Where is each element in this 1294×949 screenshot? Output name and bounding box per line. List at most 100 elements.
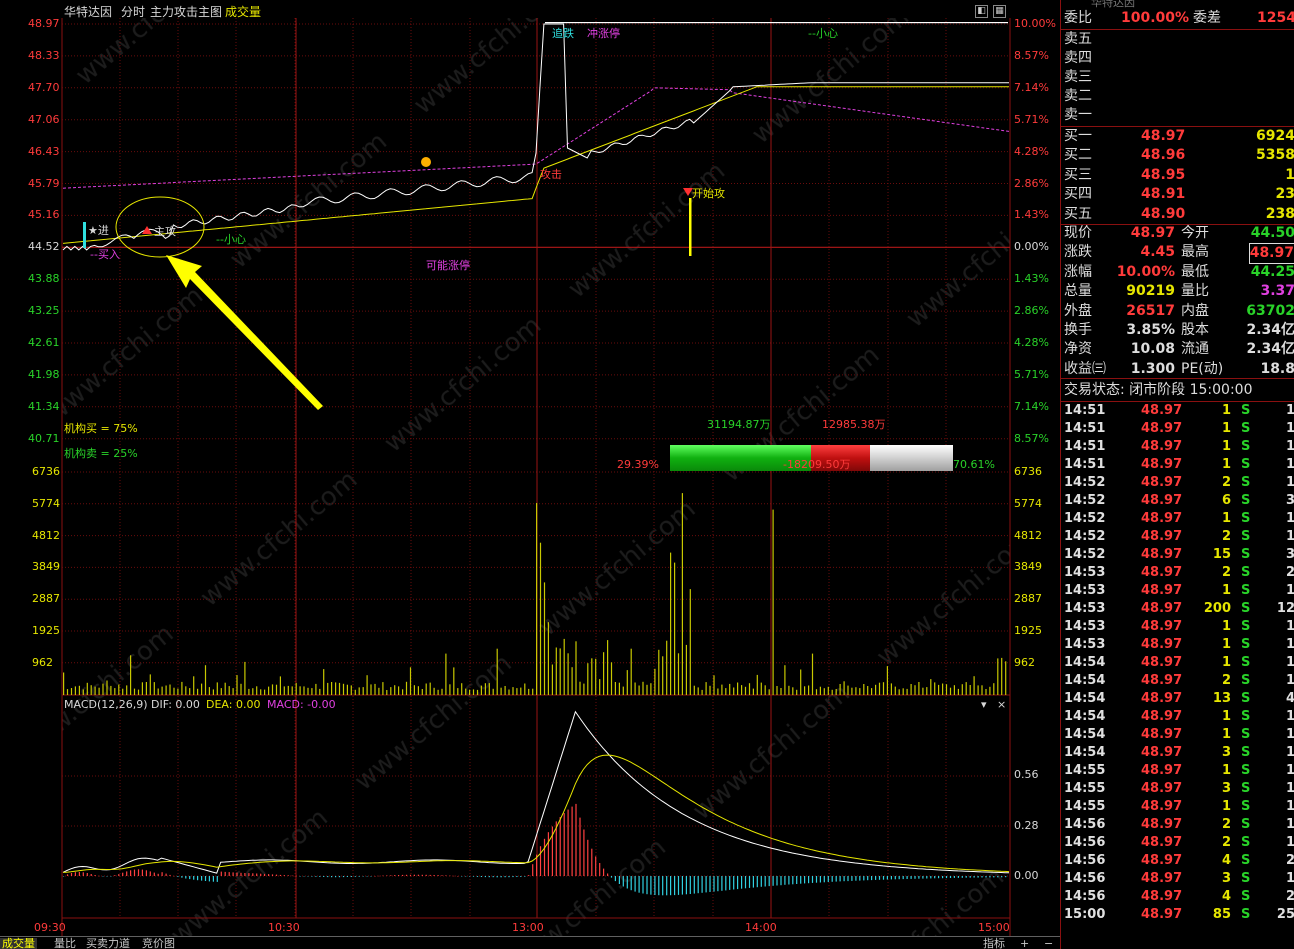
macd-bar [382,875,384,877]
buy-level-price: 48.96 [1141,147,1186,164]
macd-bar [307,876,309,877]
indicator-label[interactable]: 主力攻击主图 [150,6,222,19]
coin-icon [421,157,431,167]
tick-count: 12 [1276,601,1294,616]
volume-bar [882,682,885,695]
tick-side: S [1241,817,1251,832]
zoom-in-button[interactable]: + [1020,938,1029,949]
volume-bar [378,687,380,695]
macd-bar [232,872,234,876]
tick-volume: 1 [1221,457,1231,472]
volume-bar [839,684,841,695]
buy-level[interactable]: 买一 48.97 6924 [1061,127,1294,146]
macd-bar [429,874,431,876]
volume-bar [74,686,76,695]
tick-side: S [1241,547,1251,562]
tab-auction[interactable]: 竞价图 [142,938,175,949]
tick-price: 48.97 [1141,835,1183,850]
tab-buy-sell-force[interactable]: 买卖力道 [86,938,130,949]
intraday-chart[interactable]: www.cfchi.com 华特达因 分时 主力攻击主图 成交量 ◧ ▦ 48.… [0,0,1060,936]
macd-menu-icon[interactable]: ▾ [981,698,987,711]
tick-volume: 1 [1221,637,1231,652]
tab-volume-ratio[interactable]: 量比 [54,938,76,949]
macd-bar [417,874,419,876]
macd-bar [394,875,396,876]
macd-close-icon[interactable]: × [997,698,1006,711]
macd-bar [689,876,691,894]
stat-value: 44.25 [1250,263,1294,280]
indicator-button[interactable]: 指标 [983,938,1005,949]
volume-bar [212,689,214,695]
tick-row: 14:53 48.97 1 S 1 [1061,618,1294,636]
restore-icon[interactable]: ◧ [975,5,988,18]
tab-volume[interactable]: 成交量 [0,938,37,949]
stat-value: 18.8 [1260,360,1294,377]
tick-row: 14:54 48.97 1 S 1 [1061,726,1294,744]
volume-bar [634,682,636,695]
tick-side: S [1241,871,1251,886]
price-tick: 48.97 [28,17,60,30]
buy-level-volume: 1 [1285,166,1294,183]
tick-row: 14:51 48.97 1 S 1 [1061,456,1294,474]
volume-bar [851,687,853,695]
macd-bar [934,876,936,879]
macd-bar [725,876,727,891]
macd-bar [78,872,80,876]
macd-bar [264,873,266,876]
tick-volume: 4 [1221,889,1231,904]
volume-bar [524,683,526,695]
buy-level[interactable]: 买二 48.96 5358 [1061,146,1294,165]
volume-bar [729,683,731,695]
tick-price: 48.97 [1141,511,1183,526]
tick-count: 1 [1285,655,1294,670]
tick-side: S [1241,583,1251,598]
tick-count: 1 [1285,745,1294,760]
volume-bar [461,683,463,695]
expand-icon[interactable]: ▦ [993,5,1006,18]
stat-label: 涨幅 [1064,263,1092,280]
volume-bar [788,685,790,695]
sell-level-label: 卖一 [1064,107,1092,123]
price-tick: 47.06 [28,112,60,126]
volume-bar [599,679,601,695]
volume-tick: 2887 [32,592,60,606]
volume-bar [90,685,92,695]
tick-row: 14:56 48.97 3 S 1 [1061,870,1294,888]
macd-bar [717,876,719,892]
macd-bar [66,874,69,876]
tick-price: 48.97 [1141,907,1183,922]
volume-bar [382,682,384,695]
volume-bar [268,686,270,695]
volume-bar [275,684,278,695]
volume-bar [102,683,104,695]
buy-level[interactable]: 买三 48.95 1 [1061,166,1294,185]
macd-bar [693,876,695,894]
stat-row: 外盘 26517 内盘 63702 [1061,302,1294,321]
time-tick: 09:30 [34,921,66,934]
macd-bar [106,876,108,877]
zoom-out-button[interactable]: − [1044,938,1053,949]
buy-level[interactable]: 买四 48.91 23 [1061,185,1294,204]
volume-bar [910,684,912,695]
macd-bar [942,876,944,879]
volume-bar [705,682,707,695]
macd-bar [70,873,73,876]
volume-bar [82,689,84,695]
macd-bar [181,876,183,878]
macd-tick: 0.56 [1014,768,1039,781]
tick-price: 48.97 [1141,673,1183,688]
macd-bar [532,864,534,876]
macd-bar [922,876,924,879]
volume-bar [472,689,475,695]
volume-bar [193,676,195,695]
macd-bar [508,876,510,878]
buy-level[interactable]: 买五 48.90 238 [1061,205,1294,224]
macd-bar [811,876,814,883]
macd-bar [457,876,459,877]
flow-buy-amount: 31194.87万 [707,418,771,431]
macd-bar [165,873,167,876]
macd-bar [764,876,766,887]
percent-tick: 1.43% [1014,272,1049,286]
tick-side: S [1241,421,1251,436]
tick-time: 14:53 [1064,583,1106,598]
